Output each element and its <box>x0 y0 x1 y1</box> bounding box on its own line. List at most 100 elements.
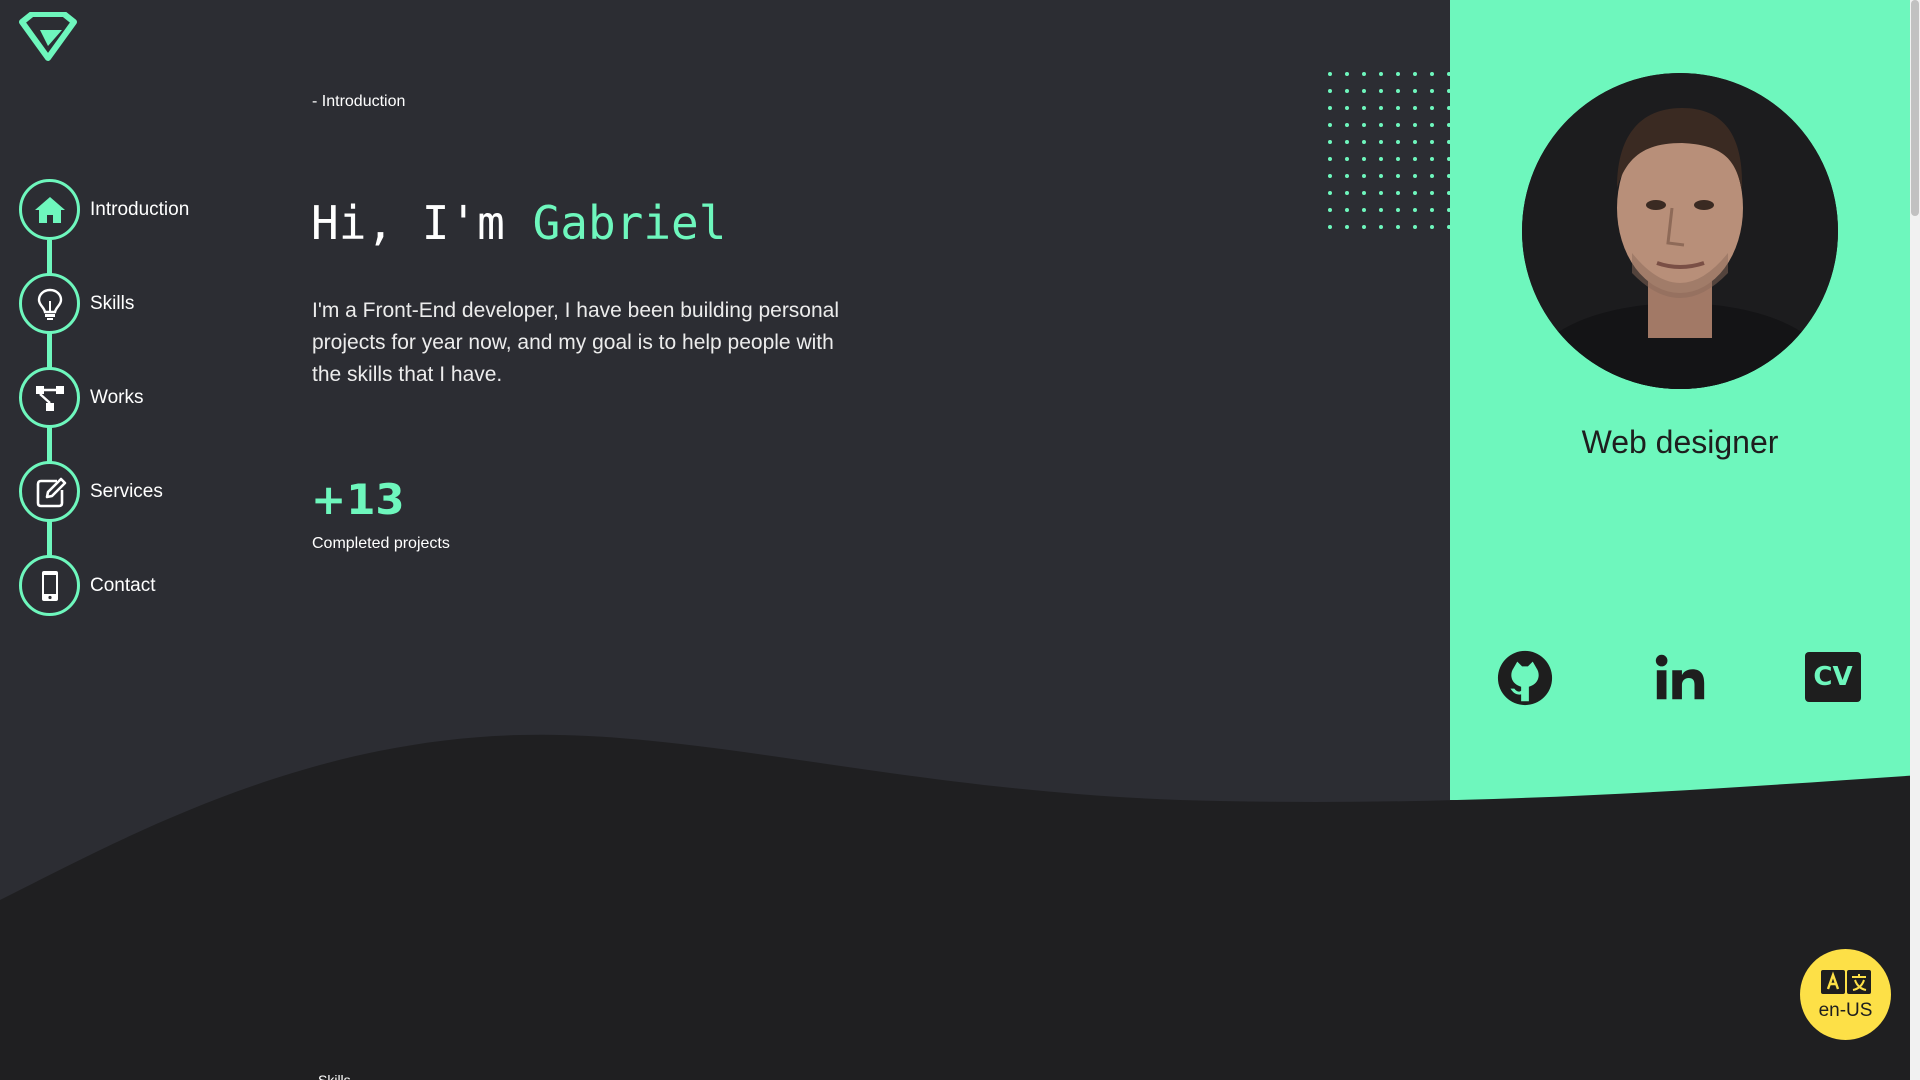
decoration-dot <box>1328 174 1332 178</box>
nav-label-skills: Skills <box>90 292 135 314</box>
nav-skills-circle <box>19 273 80 334</box>
decoration-dot <box>1379 123 1383 127</box>
decoration-dot <box>1345 72 1349 76</box>
decoration-dot <box>1430 208 1434 212</box>
edit-icon <box>36 477 66 507</box>
decoration-dot <box>1345 225 1349 229</box>
section-wave-divider <box>0 734 1920 1080</box>
nav-item-contact[interactable]: Contact <box>19 555 155 616</box>
decoration-dot <box>1345 140 1349 144</box>
linkedin-link[interactable] <box>1650 648 1710 708</box>
nav-label-services: Services <box>90 480 163 502</box>
decoration-dot <box>1430 174 1434 178</box>
nav-works-circle <box>19 367 80 428</box>
linkedin-icon <box>1655 654 1705 700</box>
decoration-dot <box>1379 191 1383 195</box>
decoration-dot <box>1430 191 1434 195</box>
decoration-dot <box>1396 174 1400 178</box>
decoration-dot <box>1345 191 1349 195</box>
decoration-dot <box>1396 157 1400 161</box>
section-breadcrumb: - Introduction <box>312 93 406 110</box>
decoration-dot <box>1413 225 1417 229</box>
decoration-dot <box>1328 106 1332 110</box>
decoration-dot <box>1430 225 1434 229</box>
nav-services-circle <box>19 461 80 522</box>
avatar-portrait <box>1522 73 1838 389</box>
hero-title-prefix: Hi, I'm <box>311 196 533 250</box>
hero-title: Hi, I'm Gabriel <box>311 196 726 250</box>
scrollbar-thumb[interactable] <box>1911 0 1919 216</box>
completed-projects-count: +13 <box>311 475 405 524</box>
next-section-label: Skills <box>318 1072 351 1080</box>
github-link[interactable] <box>1495 648 1555 708</box>
decoration-dot <box>1430 140 1434 144</box>
nav-item-services[interactable]: Services <box>19 461 163 522</box>
profile-role: Web designer <box>1581 424 1779 460</box>
decoration-dot <box>1430 123 1434 127</box>
hero-title-name: Gabriel <box>532 196 727 250</box>
decoration-dot <box>1396 89 1400 93</box>
decoration-dot <box>1379 72 1383 76</box>
decoration-dot <box>1396 72 1400 76</box>
decoration-dot <box>1345 208 1349 212</box>
decoration-dot <box>1328 225 1332 229</box>
decoration-dot <box>1413 208 1417 212</box>
nav-item-introduction[interactable]: Introduction <box>19 179 189 240</box>
decoration-dot <box>1413 89 1417 93</box>
decoration-dot <box>1396 140 1400 144</box>
decoration-dot <box>1328 72 1332 76</box>
decoration-dot <box>1396 123 1400 127</box>
decoration-dot <box>1362 208 1366 212</box>
nav-introduction-circle <box>19 179 80 240</box>
phone-icon <box>41 570 58 601</box>
page-scrollbar[interactable] <box>1910 0 1920 1080</box>
decoration-dot <box>1328 157 1332 161</box>
decoration-dot <box>1413 72 1417 76</box>
language-label: en-US <box>1818 999 1873 1021</box>
language-switch-button[interactable]: en-US <box>1800 949 1891 1040</box>
decoration-dot <box>1379 89 1383 93</box>
decoration-dot <box>1362 225 1366 229</box>
translate-icon <box>1820 969 1871 994</box>
timeline-nav: Introduction Skills Works Services Conta… <box>0 0 240 640</box>
decoration-dot <box>1413 191 1417 195</box>
nav-label-contact: Contact <box>90 574 156 596</box>
decoration-dot <box>1379 225 1383 229</box>
cv-download-button[interactable]: CV <box>1805 652 1861 702</box>
avatar <box>1522 73 1838 389</box>
decoration-dot <box>1379 106 1383 110</box>
decoration-dot <box>1362 123 1366 127</box>
decoration-dot <box>1362 157 1366 161</box>
nav-item-works[interactable]: Works <box>19 367 143 428</box>
hero-description: I'm a Front-End developer, I have been b… <box>312 299 840 386</box>
github-icon <box>1497 650 1553 706</box>
decoration-dot <box>1362 89 1366 93</box>
nav-label-introduction: Introduction <box>90 198 190 220</box>
decoration-dot <box>1362 174 1366 178</box>
nav-contact-circle <box>19 555 80 616</box>
decoration-dot <box>1379 174 1383 178</box>
nav-label-works: Works <box>90 386 144 408</box>
decoration-dot <box>1430 157 1434 161</box>
decoration-dot <box>1430 72 1434 76</box>
decoration-dot <box>1345 89 1349 93</box>
decoration-dot <box>1413 174 1417 178</box>
nav-item-skills[interactable]: Skills <box>19 273 134 334</box>
completed-projects-label: Completed projects <box>312 535 450 552</box>
decoration-dot <box>1328 123 1332 127</box>
decoration-dot <box>1396 225 1400 229</box>
decoration-dot <box>1396 106 1400 110</box>
network-icon <box>35 385 64 411</box>
decoration-dot <box>1362 140 1366 144</box>
decoration-dot <box>1362 191 1366 195</box>
decoration-dot <box>1396 208 1400 212</box>
decoration-dot <box>1345 106 1349 110</box>
decoration-dot <box>1413 106 1417 110</box>
decoration-dot <box>1328 191 1332 195</box>
decoration-dot <box>1379 208 1383 212</box>
decoration-dot <box>1430 89 1434 93</box>
decoration-dot <box>1328 89 1332 93</box>
decoration-dot <box>1413 157 1417 161</box>
decoration-dot <box>1345 174 1349 178</box>
decoration-dot <box>1413 140 1417 144</box>
